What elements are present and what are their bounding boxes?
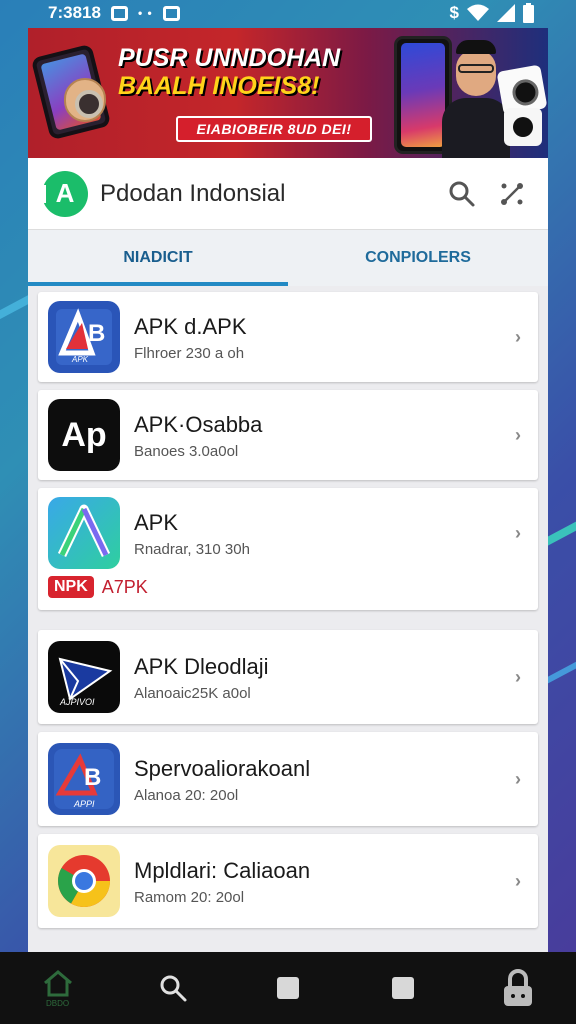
apk-badge: NPK <box>48 576 94 598</box>
page-title: Pdodan Indonsial <box>100 179 286 207</box>
list-item[interactable]: Ap APK·Osabba Banoes 3.0a0ol › <box>38 390 538 480</box>
svg-text:B: B <box>88 320 105 347</box>
chevron-right-icon: › <box>515 666 521 687</box>
banner-title: PUSR UNNDOHAN BAALH INOEIS8! <box>118 44 398 100</box>
banner-title-line1: PUSR UNNDOHAN <box>118 44 341 72</box>
more-icon: • • <box>137 6 153 20</box>
search-button[interactable] <box>440 172 484 216</box>
app-logo-letter: A <box>55 178 75 208</box>
banner-hand-image <box>64 78 106 122</box>
search-icon <box>449 181 475 206</box>
chevron-right-icon: › <box>515 522 521 543</box>
ab-red-icon: B APPI <box>48 743 120 815</box>
apk-tag-label: A7PK <box>101 576 148 597</box>
ap-icon: Ap <box>48 399 120 471</box>
lock-icon <box>504 969 533 1006</box>
svg-text:B: B <box>84 764 101 791</box>
signal-icon <box>497 4 515 22</box>
app-name: APK d.APK <box>134 313 247 339</box>
paper-plane-icon: AJPIVOI <box>48 641 120 713</box>
app-name: Spervoaliorakoanl <box>134 755 311 781</box>
nav-home[interactable]: DBDO <box>28 958 88 1018</box>
battery-icon <box>523 3 534 23</box>
wifi-icon <box>467 4 489 21</box>
promo-banner[interactable]: PUSR UNNDOHAN BAALH INOEIS8! EIABIOBEIR … <box>28 28 548 158</box>
app-list: B APK APK d.APK Flhroer 230 a oh › Ap AP… <box>28 286 548 928</box>
app-icon-caption: AJPIVOI <box>60 697 95 707</box>
tab-conpiolers[interactable]: CONPIOLERS <box>288 230 548 286</box>
app-meta: Alanoa 20: 20ol <box>134 786 239 804</box>
a-gradient-icon <box>48 497 120 569</box>
status-time: 7:3818 <box>48 3 101 22</box>
nav-apps[interactable] <box>258 958 318 1018</box>
app-icon-caption: APK <box>72 355 89 364</box>
app-name: APK·Osabba <box>134 411 263 437</box>
list-item[interactable]: B APK APK d.APK Flhroer 230 a oh › <box>38 292 538 382</box>
app-window: PUSR UNNDOHAN BAALH INOEIS8! EIABIOBEIR … <box>28 28 548 954</box>
list-item[interactable]: B APPI Spervoaliorakoanl Alanoa 20: 20ol… <box>38 732 538 826</box>
app-meta: Flhroer 230 a oh <box>134 344 245 362</box>
app-meta: Banoes 3.0a0ol <box>134 442 239 460</box>
app-name: APK Dleodlaji <box>134 653 269 679</box>
list-item[interactable]: AJPIVOI APK Dleodlaji Alanoaic25K a0ol › <box>38 630 538 724</box>
app-header: A Pdodan Indonsial <box>28 158 548 230</box>
nav-recent[interactable] <box>373 958 433 1018</box>
chevron-right-icon: › <box>515 424 521 445</box>
square-icon <box>392 977 415 999</box>
bottom-nav: DBDO <box>0 952 576 1024</box>
ab-apk-icon: B APK <box>48 301 120 373</box>
app-logo: A <box>36 170 88 217</box>
nav-lock[interactable] <box>488 958 548 1018</box>
share-button[interactable] <box>490 172 534 216</box>
banner-camera-image <box>504 108 542 146</box>
message-icon <box>162 5 180 21</box>
app-meta: Alanoaic25K a0ol <box>134 684 251 702</box>
home-icon <box>43 969 72 996</box>
data-saver-icon: $ <box>449 3 459 22</box>
chevron-right-icon: › <box>515 870 521 891</box>
share-icon <box>501 182 523 205</box>
app-meta: Rnadrar, 310 30h <box>134 540 250 558</box>
app-name: Mpldlari: Caliaoan <box>134 857 311 883</box>
chrome-icon <box>48 845 120 917</box>
nav-home-label: DBDO <box>46 998 70 1008</box>
tab-bar: NIADICIT CONPIOLERS <box>28 230 548 286</box>
nav-search[interactable] <box>143 958 203 1018</box>
status-bar: 7:3818 • • $ <box>0 0 576 26</box>
notification-icon <box>110 5 128 21</box>
banner-cta[interactable]: EIABIOBEIR 8UD DEI! <box>176 116 372 142</box>
list-item[interactable]: APK Rnadrar, 310 30h › NPK A7PK <box>38 488 538 610</box>
app-icon-caption: APPI <box>74 799 95 809</box>
square-icon <box>276 977 299 999</box>
banner-title-line2: BAALH INOEIS8! <box>118 72 320 100</box>
chevron-right-icon: › <box>515 768 521 789</box>
tab-niadicit[interactable]: NIADICIT <box>28 230 288 286</box>
search-icon <box>160 975 187 1002</box>
app-icon-text: Ap <box>61 415 107 454</box>
app-name: APK <box>134 509 179 535</box>
chevron-right-icon: › <box>515 326 521 347</box>
app-meta: Ramom 20: 20ol <box>134 888 245 906</box>
list-item[interactable]: Mpldlari: Caliaoan Ramom 20: 20ol › <box>38 834 538 928</box>
